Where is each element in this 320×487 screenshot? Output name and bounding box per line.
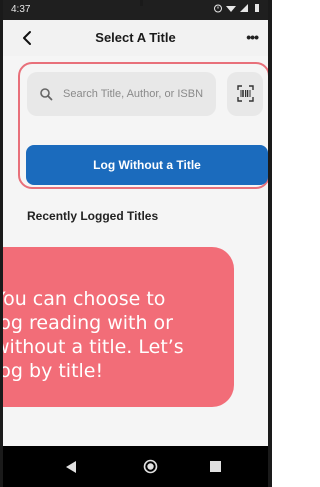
- more-options-button[interactable]: •••: [246, 29, 259, 45]
- recents-square-icon[interactable]: [210, 461, 221, 472]
- recently-logged-heading: Recently Logged Titles: [27, 209, 159, 223]
- back-triangle-icon[interactable]: [65, 461, 77, 473]
- device-frame-top-mark: [140, 0, 143, 6]
- tooltip-text: You can choose to log reading with or wi…: [0, 287, 234, 383]
- tooltip-line: log by title!: [0, 360, 104, 382]
- signal-icon: [240, 4, 248, 12]
- status-bar: 4:37: [3, 0, 268, 20]
- device-frame-left: [0, 0, 3, 487]
- search-box[interactable]: [27, 72, 216, 116]
- page-title: Select A Title: [95, 30, 176, 45]
- app-header: Select A Title •••: [3, 20, 268, 56]
- barcode-scan-button[interactable]: [227, 72, 263, 116]
- battery-icon: [255, 4, 259, 12]
- phone-screen: 4:37 Select A Title ••• Search Title, Au…: [0, 0, 272, 487]
- wifi-icon: [226, 6, 236, 12]
- home-circle-icon[interactable]: [143, 459, 158, 474]
- alarm-icon: [214, 4, 222, 13]
- log-without-title-button[interactable]: Log Without a Title: [26, 145, 268, 185]
- tooltip-line: log reading with or: [0, 312, 173, 334]
- status-icons: [213, 3, 262, 13]
- tooltip-line: without a title. Let’s: [0, 336, 184, 358]
- system-nav-bar: [3, 446, 268, 487]
- barcode-scan-icon: [237, 85, 254, 102]
- status-time: 4:37: [11, 4, 31, 15]
- device-frame-right: [268, 0, 272, 487]
- search-icon: [40, 88, 53, 101]
- search-input[interactable]: [63, 84, 211, 104]
- tutorial-tooltip: You can choose to log reading with or wi…: [0, 247, 234, 407]
- tooltip-line: You can choose to: [0, 288, 166, 310]
